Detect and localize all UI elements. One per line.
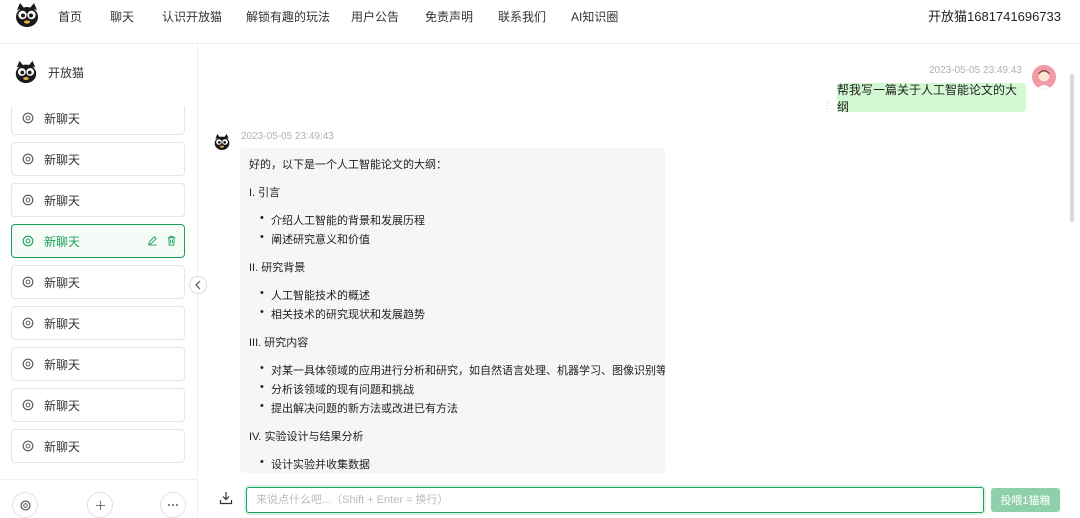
user-message-bubble: 帮我写一篇关于人工智能论文的大纲 [837, 83, 1026, 114]
answer-bullet: 人工智能技术的概述 [260, 287, 370, 303]
openai-button[interactable] [12, 492, 38, 518]
chat-item[interactable]: 新聊天 [11, 306, 185, 340]
openai-icon [22, 440, 34, 452]
chat-item[interactable]: 新聊天 [11, 106, 185, 135]
chat-item-label: 新聊天 [44, 193, 81, 208]
chat-item[interactable]: 新聊天 [11, 265, 185, 299]
answer-heading: IV. 实验设计与结果分析 [249, 431, 364, 443]
account-name[interactable]: 开放猫1681741696733 [928, 6, 1061, 25]
cat-logo-icon [15, 60, 37, 84]
chat-area: 2023-05-05 23:49:43 帮我写一篇关于人工智能论文的大纲 · · ·… [198, 43, 1080, 516]
more-icon [167, 503, 179, 507]
answer-bullet: 介绍人工智能的背景和发展历程 [260, 212, 425, 228]
chat-item-label: 新聊天 [44, 111, 81, 126]
plus-icon [95, 500, 105, 510]
chat-item[interactable]: 新聊天 [11, 347, 185, 381]
chat-item-label: 新聊天 [44, 439, 81, 454]
openai-icon [22, 112, 34, 124]
user-avatar [1032, 65, 1056, 89]
edit-icon[interactable] [147, 235, 158, 246]
message-input[interactable]: 来说点什么吧...（Shift + Enter = 换行） [246, 487, 984, 513]
nav-ai-circle[interactable]: AI知识圈 [571, 8, 618, 25]
scrollbar[interactable] [1070, 74, 1074, 222]
answer-heading: III. 研究内容 [249, 337, 309, 349]
more-button[interactable] [160, 492, 186, 518]
chat-item-label: 新聊天 [44, 234, 81, 249]
chat-item-label: 新聊天 [44, 152, 81, 167]
openai-icon [22, 153, 34, 165]
message-time: 2023-05-05 23:49:43 [929, 65, 1022, 76]
openai-icon [22, 317, 34, 329]
chat-item[interactable]: 新聊天 [11, 429, 185, 463]
download-icon[interactable] [219, 491, 233, 505]
chat-list: 新聊天 新聊天 新聊天 新聊天 新聊天 新聊天 新聊天 新聊天 新聊天 [0, 106, 197, 478]
answer-line: 好的，以下是一个人工智能论文的大纲： [249, 159, 447, 171]
nav-about[interactable]: 认识开放猫 [162, 8, 222, 25]
delete-icon[interactable] [166, 235, 177, 246]
answer-heading: I. 引言 [249, 187, 281, 199]
chat-item-label: 新聊天 [44, 398, 81, 413]
more-vertical-icon[interactable]: · · · [826, 98, 829, 113]
sidebar: 开放猫 新聊天 新聊天 新聊天 新聊天 新聊天 新聊天 新聊天 新聊天 新聊天 [0, 43, 198, 518]
chat-item-actions [147, 235, 177, 246]
chat-item-label: 新聊天 [44, 357, 81, 372]
openai-icon [22, 235, 34, 247]
top-nav: 首页 聊天 认识开放猫 解锁有趣的玩法 用户公告 免责声明 联系我们 AI知识圈… [0, 0, 1080, 30]
openai-icon [22, 276, 34, 288]
nav-contact[interactable]: 联系我们 [498, 8, 546, 25]
answer-bullet: 设计实验并收集数据 [260, 456, 370, 472]
sidebar-footer [0, 479, 197, 518]
cat-logo-icon[interactable] [12, 0, 42, 30]
chat-item[interactable]: 新聊天 [11, 183, 185, 217]
chat-item-label: 新聊天 [44, 316, 81, 331]
answer-bullet: 分析该领域的现有问题和挑战 [260, 381, 414, 397]
openai-icon [19, 499, 31, 511]
message-time: 2023-05-05 23:49:43 [241, 131, 334, 142]
answer-bullet: 提出解决问题的新方法或改进已有方法 [260, 400, 458, 416]
chat-item[interactable]: 新聊天 [11, 388, 185, 422]
openai-icon [22, 358, 34, 370]
nav-chat[interactable]: 聊天 [110, 8, 134, 25]
bot-avatar [214, 134, 230, 150]
nav-fun[interactable]: 解锁有趣的玩法 [246, 8, 330, 25]
sidebar-brand: 开放猫 [12, 59, 84, 85]
nav-announcements[interactable]: 用户公告 [351, 8, 399, 25]
chat-item-active[interactable]: 新聊天 [11, 224, 185, 258]
new-chat-button[interactable] [87, 492, 113, 518]
openai-icon [22, 399, 34, 411]
avatar-icon [1032, 65, 1056, 89]
openai-icon [22, 194, 34, 206]
chat-item[interactable]: 新聊天 [11, 142, 185, 176]
brand-name: 开放猫 [48, 65, 85, 80]
chat-item-label: 新聊天 [44, 275, 81, 290]
answer-bullet: 阐述研究意义和价值 [260, 231, 370, 247]
bot-message-bubble: 好的，以下是一个人工智能论文的大纲： I. 引言 介绍人工智能的背景和发展历程 … [240, 148, 665, 473]
nav-home[interactable]: 首页 [58, 8, 82, 25]
answer-heading: II. 研究背景 [249, 262, 306, 274]
answer-bullet: 相关技术的研究现状和发展趋势 [260, 306, 425, 322]
send-button[interactable]: 投喂1猫粮 [991, 488, 1060, 512]
answer-bullet: 对某一具体领域的应用进行分析和研究，如自然语言处理、机器学习、图像识别等 [260, 362, 665, 378]
nav-disclaimer[interactable]: 免责声明 [425, 8, 473, 25]
